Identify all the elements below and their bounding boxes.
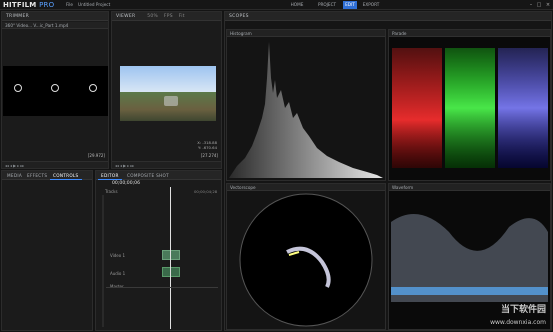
trimmer-clip-name: 360° Video... V...ic_Part 1.mp4 <box>2 22 108 29</box>
vectorscope-label: Vectorscope <box>227 184 385 191</box>
tab-project[interactable]: PROJECT <box>313 1 341 9</box>
waveform-label: Waveform <box>389 184 550 191</box>
playhead[interactable] <box>170 187 171 329</box>
editor-tabs: EDITOR COMPOSITE SHOT <box>96 171 221 180</box>
track-controls-strip <box>102 195 104 327</box>
sky-area <box>120 66 216 92</box>
watermark-brand: 当下软件园 <box>500 305 546 315</box>
editor-panel: EDITOR COMPOSITE SHOT 00;00;00;06 Tracks… <box>95 170 222 331</box>
trimmer-preview <box>3 66 108 116</box>
viewer-title: VIEWER 50% FPS Fit <box>112 12 221 21</box>
file-menu[interactable]: File <box>66 1 73 9</box>
trimmer-time: [29.972] <box>87 153 105 158</box>
audio-track-label: Audio 1 <box>110 271 126 276</box>
logo-mark-1 <box>14 84 22 92</box>
viewer-fps[interactable]: FPS <box>164 14 173 19</box>
controls-panel: MEDIA EFFECTS CONTROLS <box>1 170 93 331</box>
tab-controls[interactable]: CONTROLS <box>50 171 82 180</box>
histogram-fill <box>229 42 383 178</box>
viewer-percent[interactable]: 50% <box>147 14 158 19</box>
audio-clip[interactable] <box>162 267 180 277</box>
minimize-icon[interactable]: – <box>528 2 534 8</box>
viewer-coords: X: -318.88 Y: -670.64 <box>197 140 217 150</box>
left-panel-tabs: MEDIA EFFECTS CONTROLS <box>2 171 92 180</box>
editor-timecode: 00;00;00;06 <box>112 181 141 186</box>
trimmer-transport[interactable]: ◂◂ ◂ ▶ ▸ ▸▸ <box>2 161 108 168</box>
logo-mark-3 <box>89 84 97 92</box>
time-ruler: 00;00;04;28 <box>194 189 218 194</box>
video-track-label: Video 1 <box>110 253 126 258</box>
landmark-area <box>164 96 178 106</box>
project-name[interactable]: Untitled Project <box>78 1 110 9</box>
scopes-title: SCOPES <box>225 12 551 21</box>
parade-label: Parade <box>389 30 550 37</box>
trimmer-title: TRIMMER <box>2 12 108 21</box>
histogram-scope: Histogram <box>226 29 386 181</box>
tab-export[interactable]: EXPORT <box>360 1 382 9</box>
app-logo: HITFILM PRO <box>3 1 55 9</box>
viewer-panel: VIEWER 50% FPS Fit X: -318.88 Y: -670.64… <box>111 11 222 169</box>
master-line <box>106 287 218 288</box>
viewer-preview <box>120 66 216 121</box>
menu-bar: HITFILM PRO File Untitled Project HOME P… <box>0 0 553 10</box>
green-channel <box>445 48 495 168</box>
tab-effects[interactable]: EFFECTS <box>24 171 50 180</box>
video-clip[interactable] <box>162 250 180 260</box>
histogram-label: Histogram <box>227 30 385 37</box>
close-icon[interactable]: × <box>545 2 551 8</box>
vectorscope-scope: Vectorscope <box>226 183 386 330</box>
viewer-transport[interactable]: ◂◂ ◂ ▶ ▸ ▸▸ <box>112 161 221 168</box>
waveform-band <box>391 287 548 295</box>
logo-mark-2 <box>51 84 59 92</box>
tab-media[interactable]: MEDIA <box>4 171 25 180</box>
tab-editor[interactable]: EDITOR <box>98 171 122 180</box>
red-channel <box>392 48 442 168</box>
viewer-time: [27.274] <box>200 153 218 158</box>
coord-y: Y: -670.64 <box>198 145 217 150</box>
watermark-site: www.downxia.com <box>490 319 546 326</box>
blue-channel <box>498 48 548 168</box>
waveform-scope: Waveform 当下软件园 www.downxia.com <box>388 183 551 330</box>
vectorscope-graph <box>239 193 373 327</box>
parade-graph <box>392 48 548 168</box>
tracks-label: Tracks <box>105 189 118 194</box>
vectorscope-circle <box>239 193 373 327</box>
parade-scope: Parade <box>388 29 551 181</box>
tab-composite-shot[interactable]: COMPOSITE SHOT <box>124 171 172 180</box>
tab-home[interactable]: HOME <box>283 1 311 9</box>
viewer-fit[interactable]: Fit <box>179 14 185 19</box>
trimmer-panel: TRIMMER 360° Video... V...ic_Part 1.mp4 … <box>1 11 109 169</box>
histogram-graph <box>229 42 383 178</box>
maximize-icon[interactable]: □ <box>536 2 542 8</box>
tab-edit[interactable]: EDIT <box>343 1 357 9</box>
viewer-label: VIEWER <box>116 14 136 19</box>
